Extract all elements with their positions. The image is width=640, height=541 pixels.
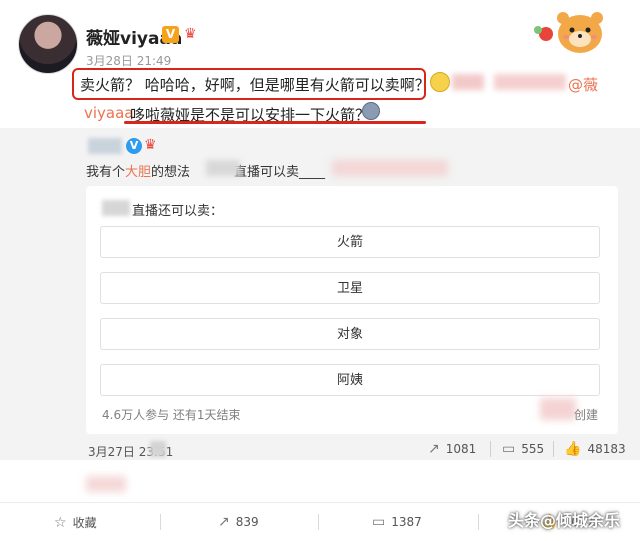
mention-link-cont[interactable]: viyaaa (84, 104, 134, 122)
blurred-text (540, 398, 576, 420)
blurred-text (86, 476, 126, 492)
thumbs-up-icon: 👍 (564, 441, 582, 457)
poll-option[interactable]: 卫星 (100, 272, 600, 304)
repost-like-count: 48183 (587, 442, 626, 456)
repost-share-button[interactable]: ↗ 1081 (428, 441, 476, 457)
blurred-text (452, 74, 484, 90)
divider (160, 514, 161, 530)
repost-comment-button[interactable]: ▭ 555 (502, 441, 544, 457)
favorite-button[interactable]: ☆ 收藏 (54, 514, 97, 531)
favorite-label: 收藏 (72, 516, 97, 530)
member-crown-icon: ♛ (144, 137, 157, 153)
repost-comment-count: 555 (521, 442, 545, 456)
poll-question: 直播还可以卖： (132, 204, 224, 219)
repost-text-highlight: 大胆 (125, 165, 152, 180)
repost-text-part: 的想法 (151, 165, 191, 180)
post-text-line1: 卖火箭？ 哈哈哈，好啊，但是哪里有火箭可以卖啊？ (80, 76, 430, 94)
mention-link[interactable]: @薇 (568, 74, 598, 95)
comment-icon: ▭ (372, 514, 386, 530)
share-icon: ↗ (218, 514, 230, 530)
blurred-text (494, 74, 566, 90)
bear-sticker-icon (534, 12, 603, 53)
repost-like-button[interactable]: 👍 48183 (564, 441, 626, 457)
repost-text-part: 直播可以卖____ (234, 165, 326, 180)
repost-button[interactable]: ↗ 839 (218, 514, 259, 530)
poll-participants: 4.6万人参与 还有1天结束 (102, 408, 241, 422)
smile-emoji-icon (430, 72, 450, 92)
poll-create-link[interactable]: 创建 (574, 406, 598, 423)
repost-text-part: 我有个 (86, 165, 126, 180)
repost-count: 839 (235, 515, 259, 529)
blurred-text (332, 160, 448, 176)
face-emoji-icon (362, 102, 380, 120)
divider (318, 514, 319, 530)
poll-option[interactable]: 火箭 (100, 226, 600, 258)
divider (0, 502, 640, 503)
post-date[interactable]: 3月28日 21:49 (86, 52, 171, 69)
share-icon: ↗ (428, 441, 440, 457)
repost-share-count: 1081 (445, 442, 477, 456)
blurred-text (206, 160, 240, 176)
blurred-username[interactable] (88, 138, 122, 154)
comment-count: 1387 (391, 515, 422, 529)
star-icon: ☆ (54, 515, 67, 531)
divider (553, 441, 554, 457)
divider (490, 441, 491, 457)
comment-icon: ▭ (502, 441, 516, 457)
poll-option[interactable]: 阿姨 (100, 364, 600, 396)
user-avatar[interactable] (18, 14, 78, 74)
divider (478, 514, 479, 530)
member-crown-icon: ♛ (184, 26, 197, 42)
verified-blue-badge-icon: V (126, 138, 142, 154)
watermark: 头条@倾城余乐 (508, 511, 621, 530)
blurred-text (102, 200, 130, 216)
verified-badge-icon: V (162, 26, 179, 43)
poll-option[interactable]: 对象 (100, 318, 600, 350)
red-underline-mark (124, 121, 426, 124)
comment-button[interactable]: ▭ 1387 (372, 514, 422, 530)
blurred-source (150, 441, 166, 457)
